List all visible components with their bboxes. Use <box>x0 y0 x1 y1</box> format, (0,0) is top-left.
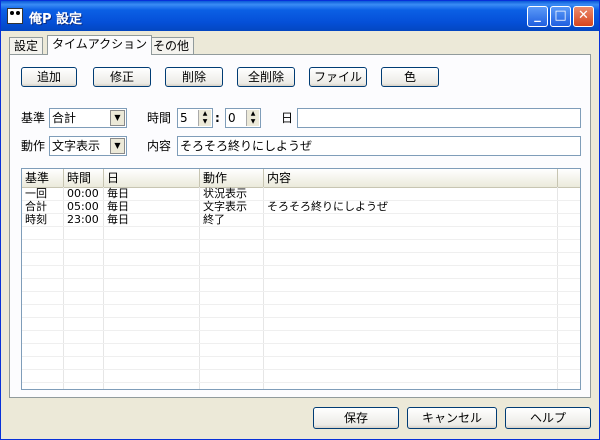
cell-action: 状況表示 <box>203 187 247 200</box>
file-button[interactable]: ファイル <box>309 67 367 87</box>
chevron-down-icon[interactable]: ▼ <box>110 138 125 154</box>
action-label: 動作 <box>21 139 46 153</box>
column-day[interactable]: 日 <box>104 169 200 187</box>
delete-button[interactable]: 削除 <box>165 67 223 87</box>
save-button[interactable]: 保存 <box>313 407 399 429</box>
cell-base: 合計 <box>25 200 47 213</box>
grid-line <box>22 369 580 370</box>
grid-line <box>22 304 580 305</box>
spin-arrows-icon[interactable]: ▲ ▼ <box>198 110 211 126</box>
grid-line <box>22 356 580 357</box>
chevron-down-icon[interactable]: ▼ <box>110 110 125 126</box>
column-filler <box>558 169 580 187</box>
cell-time: 05:00 <box>67 200 99 213</box>
tab-other[interactable]: その他 <box>148 37 195 54</box>
time-colon: : <box>215 111 220 125</box>
cell-day: 毎日 <box>107 187 129 200</box>
content-field[interactable]: そろそろ終りにしようぜ <box>177 136 581 156</box>
grid-line <box>22 330 580 331</box>
close-icon[interactable]: ✕ <box>573 6 594 27</box>
table-row[interactable]: 合計 05:00 毎日 文字表示 そろそろ終りにしようぜ <box>22 200 580 213</box>
minimize-icon[interactable]: _ <box>527 6 548 27</box>
column-time[interactable]: 時間 <box>64 169 104 187</box>
grid-line <box>22 239 580 240</box>
grid-line <box>22 278 580 279</box>
tab-time-action[interactable]: タイムアクション <box>47 35 153 55</box>
action-select-value: 文字表示 <box>52 139 101 153</box>
day-label: 日 <box>281 111 294 125</box>
cancel-button[interactable]: キャンセル <box>407 407 497 429</box>
table-row[interactable]: 時刻 23:00 毎日 終了 <box>22 213 580 226</box>
cell-day: 毎日 <box>107 200 129 213</box>
table-row[interactable]: 一回 00:00 毎日 状況表示 <box>22 187 580 200</box>
base-select-value: 合計 <box>52 111 77 125</box>
column-base[interactable]: 基準 <box>22 169 64 187</box>
action-select[interactable]: 文字表示 ▼ <box>49 136 127 156</box>
cell-base: 時刻 <box>25 213 47 226</box>
grid-line <box>22 226 580 227</box>
cell-action: 終了 <box>203 213 225 226</box>
grid-line <box>22 291 580 292</box>
content-label: 内容 <box>147 139 172 153</box>
grid-line <box>22 382 580 383</box>
cell-action: 文字表示 <box>203 200 247 213</box>
cell-content: そろそろ終りにしようぜ <box>267 200 388 213</box>
help-button[interactable]: ヘルプ <box>505 407 591 429</box>
window-title: 俺P 設定 <box>29 12 83 27</box>
cell-time: 23:00 <box>67 213 99 226</box>
base-select[interactable]: 合計 ▼ <box>49 108 127 128</box>
minute-stepper[interactable]: 0 ▲ ▼ <box>225 108 261 128</box>
grid-line <box>22 317 580 318</box>
time-label: 時間 <box>147 111 172 125</box>
cell-time: 00:00 <box>67 187 99 200</box>
cell-day: 毎日 <box>107 213 129 226</box>
cell-content <box>264 213 267 226</box>
column-content[interactable]: 内容 <box>264 169 558 187</box>
day-field[interactable] <box>297 108 581 128</box>
hour-value: 5 <box>180 111 188 125</box>
maximize-icon[interactable]: □ <box>550 6 571 27</box>
edit-button[interactable]: 修正 <box>93 67 151 87</box>
color-button[interactable]: 色 <box>381 67 439 87</box>
grid-line <box>22 252 580 253</box>
minute-value: 0 <box>228 111 236 125</box>
grid-line <box>22 343 580 344</box>
add-button[interactable]: 追加 <box>21 67 77 87</box>
cell-content <box>264 187 267 200</box>
cell-base: 一回 <box>25 187 47 200</box>
settings-window: 俺P 設定 _ □ ✕ 設定 タイムアクション その他 追加 修正 削除 全削除… <box>0 0 600 440</box>
hour-stepper[interactable]: 5 ▲ ▼ <box>177 108 213 128</box>
title-bar[interactable]: 俺P 設定 _ □ ✕ <box>1 1 599 31</box>
spin-arrows-icon[interactable]: ▲ ▼ <box>246 110 259 126</box>
base-label: 基準 <box>21 111 46 125</box>
list-header: 基準 時間 日 動作 内容 <box>22 169 580 188</box>
action-list[interactable]: 基準 時間 日 動作 内容 一回 00:00 毎日 状況表示 合計 05:00 … <box>21 168 581 390</box>
column-action[interactable]: 動作 <box>200 169 264 187</box>
app-icon <box>7 8 23 24</box>
delete-all-button[interactable]: 全削除 <box>237 67 295 87</box>
grid-line <box>22 265 580 266</box>
tab-settings[interactable]: 設定 <box>9 37 44 54</box>
